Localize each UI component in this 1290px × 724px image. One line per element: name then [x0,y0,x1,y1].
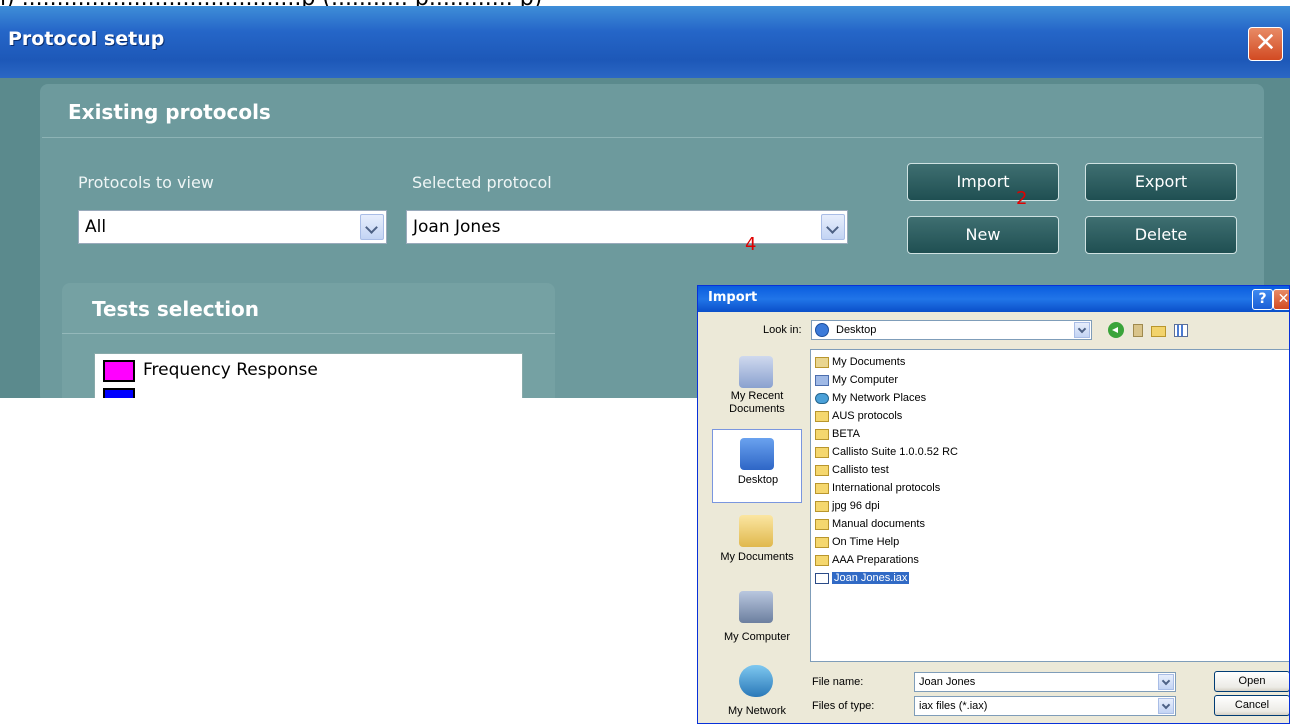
tests-selection-heading: Tests selection [92,297,260,321]
places-bar: My Recent Documents Desktop My Documents… [712,349,802,721]
folder-icon [815,501,829,512]
selected-protocol-value: Joan Jones [413,217,501,237]
selected-protocol-dropdown[interactable]: Joan Jones [406,210,848,244]
close-window-button[interactable]: ✕ [1248,27,1283,61]
my-network-icon [739,665,773,697]
import-button[interactable]: Import [907,163,1059,201]
folder-icon [815,483,829,494]
file-name-text: Callisto Suite 1.0.0.52 RC [832,446,958,458]
frequency-response-swatch-icon [103,360,135,382]
my-documents-icon [815,357,829,368]
file-name-value: Joan Jones [919,676,976,688]
cancel-button[interactable]: Cancel [1214,695,1289,716]
folder-icon [815,429,829,440]
selected-protocol-label: Selected protocol [412,173,552,192]
tests-divider [62,333,555,334]
import-dialog-titlebar: Import ? ✕ [698,286,1289,312]
panel-divider [42,137,1262,138]
place-label: Desktop [737,474,779,486]
existing-protocols-heading: Existing protocols [68,100,271,124]
place-my-recent-documents[interactable]: My Recent Documents [712,354,802,418]
chevron-down-icon[interactable] [360,214,384,240]
folder-icon [815,465,829,476]
file-name-text: On Time Help [832,536,900,548]
network-places-icon [815,393,829,404]
window-titlebar: Protocol setup ✕ [0,6,1290,78]
desktop-icon [740,438,774,470]
file-name-text: Manual documents [832,518,925,530]
file-name-text: AUS protocols [832,410,903,422]
annotation-number-4: 4 [745,234,757,255]
files-of-type-dropdown[interactable]: iax files (*.iax) [914,696,1176,716]
protocols-to-view-value: All [85,217,107,237]
file-name-input[interactable]: Joan Jones [914,672,1176,692]
protocols-to-view-label: Protocols to view [78,173,214,192]
annotation-number-2: 2 [1016,188,1028,209]
window-title: Protocol setup [8,28,165,50]
delete-button[interactable]: Delete [1085,216,1237,254]
look-in-value: Desktop [836,324,877,336]
file-name-text: Joan Jones.iax [832,572,910,584]
test-item-label: Frequency Response [143,360,318,380]
open-button[interactable]: Open [1214,671,1289,692]
my-computer-icon [739,591,773,623]
close-dialog-button[interactable]: ✕ [1273,289,1289,310]
back-icon[interactable] [1108,322,1124,338]
place-my-documents[interactable]: My Documents [712,511,802,575]
my-computer-icon [815,375,829,386]
place-desktop[interactable]: Desktop [712,429,802,503]
up-folder-icon[interactable] [1130,322,1146,338]
file-name-text: BETA [832,428,860,440]
place-my-network[interactable]: My Network [712,661,802,721]
screenshot-crop-area [0,398,700,724]
export-button[interactable]: Export [1085,163,1237,201]
place-label: My Recent Documents [729,390,785,415]
chevron-down-icon[interactable] [1074,322,1090,338]
place-label: My Computer [723,631,791,643]
folder-icon [815,519,829,530]
iax-file-icon [815,573,829,584]
place-label: My Network [727,705,787,717]
chevron-down-icon[interactable] [1158,674,1174,690]
file-name-label: File name: [812,676,864,688]
files-of-type-label: Files of type: [812,700,875,712]
place-label: My Documents [720,551,794,563]
import-dialog: Import ? ✕ Look in: Desktop My Recent Do… [697,285,1290,724]
file-name-text: My Computer [832,374,899,386]
file-name-text: Callisto test [832,464,889,476]
file-name-text: My Network Places [832,392,927,404]
look-in-dropdown[interactable]: Desktop [811,320,1092,340]
new-folder-icon[interactable] [1150,322,1166,338]
views-menu-icon[interactable] [1173,322,1193,338]
files-of-type-value: iax files (*.iax) [919,700,988,712]
folder-icon [815,555,829,566]
new-button[interactable]: New [907,216,1059,254]
chevron-down-icon[interactable] [821,214,845,240]
file-name-text: jpg 96 dpi [832,500,880,512]
protocols-to-view-dropdown[interactable]: All [78,210,387,244]
folder-icon [815,447,829,458]
file-name-text: My Documents [832,356,906,368]
place-my-computer[interactable]: My Computer [712,587,802,651]
folder-icon [815,537,829,548]
look-in-label: Look in: [763,324,802,336]
folder-icon [815,411,829,422]
file-name-text: AAA Preparations [832,554,919,566]
import-dialog-title: Import [708,290,758,305]
help-button[interactable]: ? [1252,289,1273,310]
recent-documents-icon [739,356,773,388]
my-documents-icon [739,515,773,547]
chevron-down-icon[interactable] [1158,698,1174,714]
desktop-icon [815,323,829,337]
file-name-text: International protocols [832,482,941,494]
file-list[interactable]: My Documents My Computer My Network Plac… [810,349,1289,662]
